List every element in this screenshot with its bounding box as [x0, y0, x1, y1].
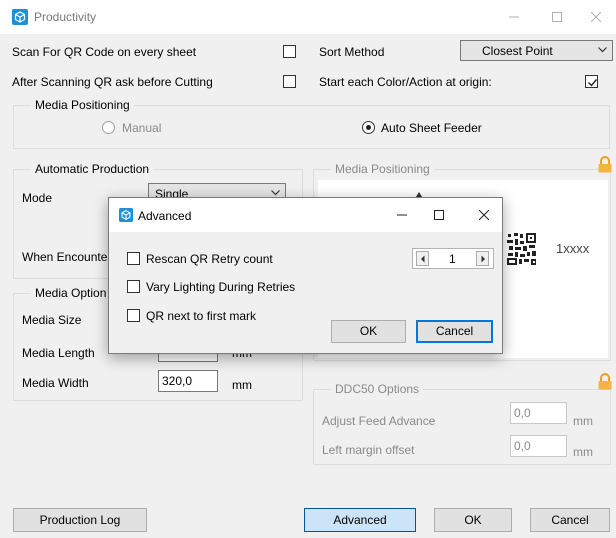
minimize-icon: [397, 214, 407, 216]
retry-count-value: 1: [449, 252, 456, 266]
scan-qr-label: Scan For QR Code on every sheet: [12, 45, 197, 59]
dialog-close-button[interactable]: [461, 198, 507, 232]
ddc50-options-title: DDC50 Options: [331, 382, 424, 396]
when-encountering-label: When Encounteri: [22, 250, 115, 264]
qr-code-icon: [506, 232, 538, 266]
vary-lighting-label: Vary Lighting During Retries: [146, 280, 296, 294]
advanced-dialog: Advanced Rescan QR Retry count 1 Vary Li…: [108, 197, 503, 354]
media-width-label: Media Width: [22, 376, 89, 390]
advanced-dialog-title: Advanced: [138, 209, 192, 223]
left-margin-value: 0,0: [514, 439, 531, 453]
media-width-unit: mm: [232, 378, 252, 392]
feed-advance-field[interactable]: 0,0: [510, 402, 567, 424]
padlock-icon[interactable]: [597, 156, 613, 173]
cube-icon: [12, 9, 28, 25]
manual-radio[interactable]: [102, 121, 115, 134]
dialog-cancel-button[interactable]: Cancel: [416, 320, 493, 343]
increment-button[interactable]: [476, 251, 489, 266]
media-width-value: 320,0: [162, 374, 193, 388]
close-button[interactable]: [576, 0, 616, 34]
qr-next-to-mark-checkbox[interactable]: [127, 309, 140, 322]
ok-button[interactable]: OK: [434, 508, 512, 532]
left-margin-field[interactable]: 0,0: [510, 435, 567, 457]
maximize-button[interactable]: [534, 0, 580, 34]
media-width-field[interactable]: 320,0: [158, 370, 218, 392]
left-margin-label: Left margin offset: [322, 443, 415, 457]
title-bar[interactable]: Productivity: [0, 0, 616, 34]
checkmark-icon: [588, 79, 598, 87]
scan-qr-checkbox[interactable]: [283, 45, 296, 58]
qr-next-to-mark-label: QR next to first mark: [146, 309, 257, 323]
start-at-origin-label: Start each Color/Action at origin:: [319, 75, 492, 89]
window-title: Productivity: [34, 10, 97, 24]
advanced-button[interactable]: Advanced: [304, 508, 416, 532]
productivity-window: Productivity Scan For QR Code on every s…: [0, 0, 616, 538]
automatic-production-title: Automatic Production: [31, 162, 154, 176]
mode-label: Mode: [22, 191, 53, 205]
manual-label: Manual: [122, 121, 162, 135]
media-size-label: Media Size: [22, 313, 82, 327]
minimize-icon: [509, 16, 519, 18]
dialog-maximize-button[interactable]: [416, 198, 462, 232]
feed-advance-label: Adjust Feed Advance: [322, 414, 436, 428]
media-positioning-title: Media Positioning: [31, 98, 134, 112]
rescan-retry-label: Rescan QR Retry count: [146, 252, 273, 266]
sort-method-label: Sort Method: [319, 45, 385, 59]
chevron-left-icon: [421, 255, 425, 263]
cube-icon: [119, 208, 133, 222]
production-log-button[interactable]: Production Log: [13, 508, 147, 532]
feed-advance-value: 0,0: [514, 406, 531, 420]
chevron-down-icon: [271, 190, 280, 196]
close-icon: [479, 210, 489, 220]
close-icon: [591, 12, 601, 22]
dialog-ok-button[interactable]: OK: [331, 320, 406, 343]
advanced-dialog-title-bar[interactable]: Advanced: [109, 198, 502, 232]
auto-sheet-feeder-radio[interactable]: [362, 121, 375, 134]
minimize-button[interactable]: [491, 0, 537, 34]
retry-count-stepper[interactable]: 1: [412, 248, 494, 269]
media-length-label: Media Length: [22, 346, 95, 360]
sheet-label: 1xxxx: [556, 241, 590, 256]
media-options-title: Media Option: [31, 286, 111, 300]
media-positioning-preview-title: Media Positioning: [331, 162, 434, 176]
left-margin-unit: mm: [573, 445, 593, 459]
feed-advance-unit: mm: [573, 414, 593, 428]
chevron-right-icon: [481, 255, 485, 263]
ask-before-cutting-checkbox[interactable]: [283, 75, 296, 88]
rescan-retry-checkbox[interactable]: [127, 252, 140, 265]
cancel-button[interactable]: Cancel: [530, 508, 610, 532]
start-at-origin-checkbox[interactable]: [585, 75, 598, 88]
padlock-icon[interactable]: [597, 373, 613, 390]
chevron-down-icon: [598, 47, 607, 53]
sort-method-value: Closest Point: [482, 44, 553, 58]
auto-sheet-feeder-label: Auto Sheet Feeder: [381, 121, 482, 135]
maximize-icon: [552, 12, 562, 22]
sort-method-select[interactable]: Closest Point: [460, 40, 613, 61]
vary-lighting-checkbox[interactable]: [127, 280, 140, 293]
decrement-button[interactable]: [416, 251, 429, 266]
ask-before-cutting-label: After Scanning QR ask before Cutting: [12, 75, 213, 89]
maximize-icon: [434, 210, 444, 220]
